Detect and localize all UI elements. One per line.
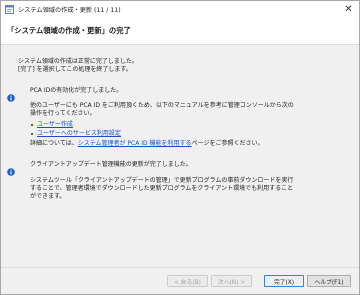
- info-icon: [7, 87, 15, 102]
- intro-line-1: システム領域の作成は正常に完了しました。: [18, 58, 138, 65]
- pca-detail-line: 詳細については、システム管理者が PCA ID 機能を利用するページをご参照くだ…: [30, 140, 263, 148]
- info-icon: [7, 161, 15, 176]
- app-window-icon: [5, 5, 14, 14]
- pca-section-title: PCA IDの有効化が完了しました。: [30, 87, 123, 94]
- manual-link-service-settings[interactable]: ユーザーへのサービス利用設定: [37, 130, 121, 137]
- back-button[interactable]: < 戻る(B): [167, 275, 208, 287]
- page-title: 「システム領域の作成・更新」の完了: [7, 26, 131, 35]
- next-button[interactable]: 次へ(N) >: [211, 275, 252, 287]
- detail-suffix: ページをご参照ください。: [191, 140, 264, 147]
- page-header: 「システム領域の作成・更新」の完了: [1, 18, 359, 45]
- bullet-icon: [31, 132, 33, 135]
- admin-pca-id-link[interactable]: システム管理者が PCA ID 機能を利用する: [78, 140, 192, 147]
- manual-link-user-creation-item: ユーザー作成: [31, 121, 73, 129]
- bullet-icon: [31, 123, 33, 126]
- intro-line-2: [完了] を選択してこの処理を終了します。: [18, 66, 132, 73]
- pca-body-line-1: 他のユーザーにも PCA ID をご利用頂くため、以下のマニュアルを参考に管理コ…: [30, 102, 294, 109]
- update-section-title: クライアントアップデート管理機能の更新が完了しました。: [30, 161, 192, 168]
- pca-body-line-2: 操作を行ってください。: [30, 110, 96, 117]
- update-body-line-2: することで、管理者環境でダウンロードした更新プログラムをクライアント環境でも利用…: [30, 185, 294, 192]
- close-icon[interactable]: ✕: [342, 3, 355, 16]
- finish-button[interactable]: 完了(X): [264, 275, 304, 287]
- content-area: システム領域の作成は正常に完了しました。 [完了] を選択してこの処理を終了しま…: [1, 45, 359, 267]
- detail-prefix: 詳細については、: [30, 140, 78, 147]
- help-button[interactable]: ヘルプ(F1): [307, 275, 351, 287]
- title-bar: システム領域の作成・更新 (11 / 11) ✕: [1, 1, 359, 18]
- update-body-line-1: システムツール「クライアントアップデートの管理」で更新プログラムの事前ダウンロー…: [30, 177, 294, 184]
- manual-link-service-settings-item: ユーザーへのサービス利用設定: [31, 130, 121, 138]
- window-title: システム領域の作成・更新 (11 / 11): [18, 7, 121, 14]
- update-body-line-3: ができます。: [30, 193, 66, 200]
- manual-link-user-creation[interactable]: ユーザー作成: [37, 121, 73, 128]
- footer-divider: [1, 267, 359, 268]
- wizard-window: システム領域の作成・更新 (11 / 11) ✕ 「システム領域の作成・更新」の…: [0, 0, 360, 295]
